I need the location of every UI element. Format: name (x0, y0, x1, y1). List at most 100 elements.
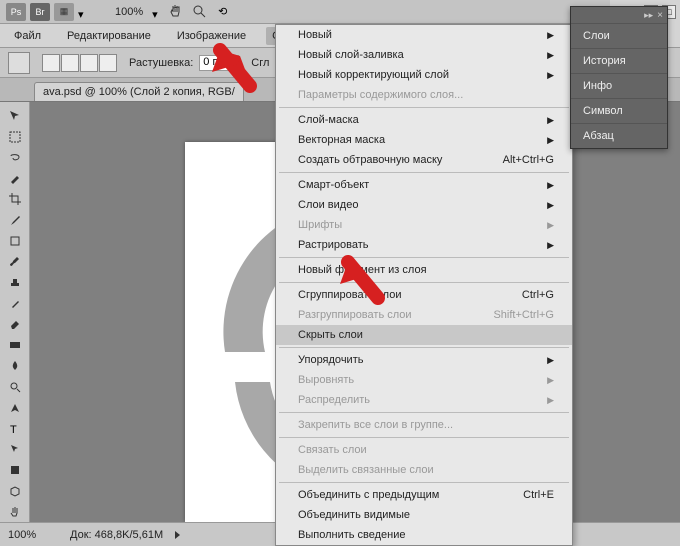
selection-mode-group (42, 54, 117, 72)
menu-vector-mask[interactable]: Векторная маска▶ (276, 130, 572, 150)
menu-separator (279, 347, 569, 348)
document-tab-label: ava.psd @ 100% (Слой 2 копия, RGB/ (43, 86, 235, 98)
menu-arrange[interactable]: Упорядочить▶ (276, 350, 572, 370)
menu-clip-mask[interactable]: Создать обтравочную маскуAlt+Ctrl+G (276, 150, 572, 170)
rotate-icon[interactable]: ⟲ (218, 5, 227, 18)
menu-hide-layers[interactable]: Скрыть слои (276, 325, 572, 345)
menu-new-adj[interactable]: Новый корректирующий слой▶ (276, 65, 572, 85)
status-arrow-icon[interactable] (175, 531, 180, 539)
zoom-level[interactable]: 100% (110, 4, 148, 20)
submenu-arrow-icon: ▶ (547, 70, 554, 81)
menu-video-layers[interactable]: Слои видео▶ (276, 195, 572, 215)
menu-file[interactable]: Файл (8, 27, 47, 45)
gradient-tool-icon[interactable] (4, 335, 26, 355)
menu-type: Шрифты▶ (276, 215, 572, 235)
menu-select-linked: Выделить связанные слои (276, 460, 572, 480)
move-tool-icon[interactable] (4, 106, 26, 126)
hand-tool-icon[interactable] (168, 4, 184, 20)
menu-new-fill[interactable]: Новый слой-заливка▶ (276, 45, 572, 65)
selection-new-icon[interactable] (42, 54, 60, 72)
submenu-arrow-icon: ▶ (547, 220, 554, 231)
heal-tool-icon[interactable] (4, 231, 26, 251)
zoom-tool-icon[interactable] (192, 4, 208, 20)
menu-group[interactable]: Сгруппировать слоиCtrl+G (276, 285, 572, 305)
menu-separator (279, 412, 569, 413)
submenu-arrow-icon: ▶ (547, 240, 554, 251)
submenu-arrow-icon: ▶ (547, 355, 554, 366)
menu-separator (279, 172, 569, 173)
status-doc-size: Док: 468,8K/5,61M (70, 529, 163, 541)
status-zoom[interactable]: 100% (8, 529, 58, 541)
panel-history[interactable]: История (571, 48, 667, 73)
tool-preset-icon[interactable] (8, 52, 30, 74)
menu-separator (279, 482, 569, 483)
menu-merge-down[interactable]: Объединить с предыдущимCtrl+E (276, 485, 572, 505)
menu-flatten[interactable]: Выполнить сведение (276, 525, 572, 545)
mb-icon[interactable]: ▦ (54, 3, 74, 21)
selection-intersect-icon[interactable] (99, 54, 117, 72)
menu-merge-visible[interactable]: Объединить видимые (276, 505, 572, 525)
3d-tool-icon[interactable] (4, 481, 26, 501)
brush-tool-icon[interactable] (4, 252, 26, 272)
menu-new-slice[interactable]: Новый фрагмент из слоя (276, 260, 572, 280)
lasso-tool-icon[interactable] (4, 148, 26, 168)
menu-separator (279, 107, 569, 108)
type-tool-icon[interactable]: T (4, 419, 26, 439)
submenu-arrow-icon: ▶ (547, 115, 554, 126)
document-tab[interactable]: ava.psd @ 100% (Слой 2 копия, RGB/ (34, 82, 244, 101)
pen-tool-icon[interactable] (4, 398, 26, 418)
submenu-arrow-icon: ▶ (547, 375, 554, 386)
panel-layers[interactable]: Слои (571, 23, 667, 48)
panel-character[interactable]: Символ (571, 98, 667, 123)
panel-close-icon[interactable]: × (657, 10, 663, 21)
panel-collapse-icon[interactable]: ▸▸ (644, 10, 653, 21)
menu-smart-obj[interactable]: Смарт-объект▶ (276, 175, 572, 195)
path-select-icon[interactable] (4, 440, 26, 460)
marquee-tool-icon[interactable] (4, 127, 26, 147)
layer-menu-dropdown: Новый▶ Новый слой-заливка▶ Новый коррект… (275, 24, 573, 546)
feather-input[interactable]: 0 пикс (199, 55, 239, 71)
submenu-arrow-icon: ▶ (547, 200, 554, 211)
chevron-down-icon[interactable]: ▾ (78, 8, 86, 16)
shortcut: Ctrl+E (523, 489, 554, 501)
menu-separator (279, 282, 569, 283)
svg-text:T: T (10, 424, 17, 436)
app-root: Ps Br ▦ ▾ 100% ▾ ⟲ – □ Файл Редактирован… (0, 0, 680, 546)
menu-layer-content-opts: Параметры содержимого слоя... (276, 85, 572, 105)
menu-image[interactable]: Изображение (171, 27, 252, 45)
crop-tool-icon[interactable] (4, 189, 26, 209)
eyedropper-tool-icon[interactable] (4, 210, 26, 230)
panel-paragraph[interactable]: Абзац (571, 123, 667, 148)
menu-edit[interactable]: Редактирование (61, 27, 157, 45)
eraser-tool-icon[interactable] (4, 314, 26, 334)
menu-rasterize[interactable]: Растрировать▶ (276, 235, 572, 255)
stamp-tool-icon[interactable] (4, 273, 26, 293)
ps-logo-icon[interactable]: Ps (6, 3, 26, 21)
chevron-down-icon[interactable]: ▾ (152, 8, 160, 16)
selection-subtract-icon[interactable] (80, 54, 98, 72)
hand-tool-icon[interactable] (4, 502, 26, 522)
shape-tool-icon[interactable] (4, 460, 26, 480)
menu-separator (279, 257, 569, 258)
menu-ungroup: Разгруппировать слоиShift+Ctrl+G (276, 305, 572, 325)
dodge-tool-icon[interactable] (4, 377, 26, 397)
antialias-label: Сгл (251, 57, 269, 69)
panel-info[interactable]: Инфо (571, 73, 667, 98)
bridge-icon[interactable]: Br (30, 3, 50, 21)
shortcut: Ctrl+G (522, 289, 554, 301)
menu-new[interactable]: Новый▶ (276, 25, 572, 45)
selection-add-icon[interactable] (61, 54, 79, 72)
blur-tool-icon[interactable] (4, 356, 26, 376)
feather-label: Растушевка: (129, 57, 193, 69)
history-brush-icon[interactable] (4, 294, 26, 314)
menu-layer-mask[interactable]: Слой-маска▶ (276, 110, 572, 130)
panel-header: ▸▸ × (571, 7, 667, 23)
menu-align: Выровнять▶ (276, 370, 572, 390)
toolbox: T (0, 102, 30, 522)
menu-link: Связать слои (276, 440, 572, 460)
submenu-arrow-icon: ▶ (547, 395, 554, 406)
shortcut: Alt+Ctrl+G (503, 154, 554, 166)
wand-tool-icon[interactable] (4, 169, 26, 189)
menu-lock-all: Закрепить все слои в группе... (276, 415, 572, 435)
menu-distribute: Распределить▶ (276, 390, 572, 410)
